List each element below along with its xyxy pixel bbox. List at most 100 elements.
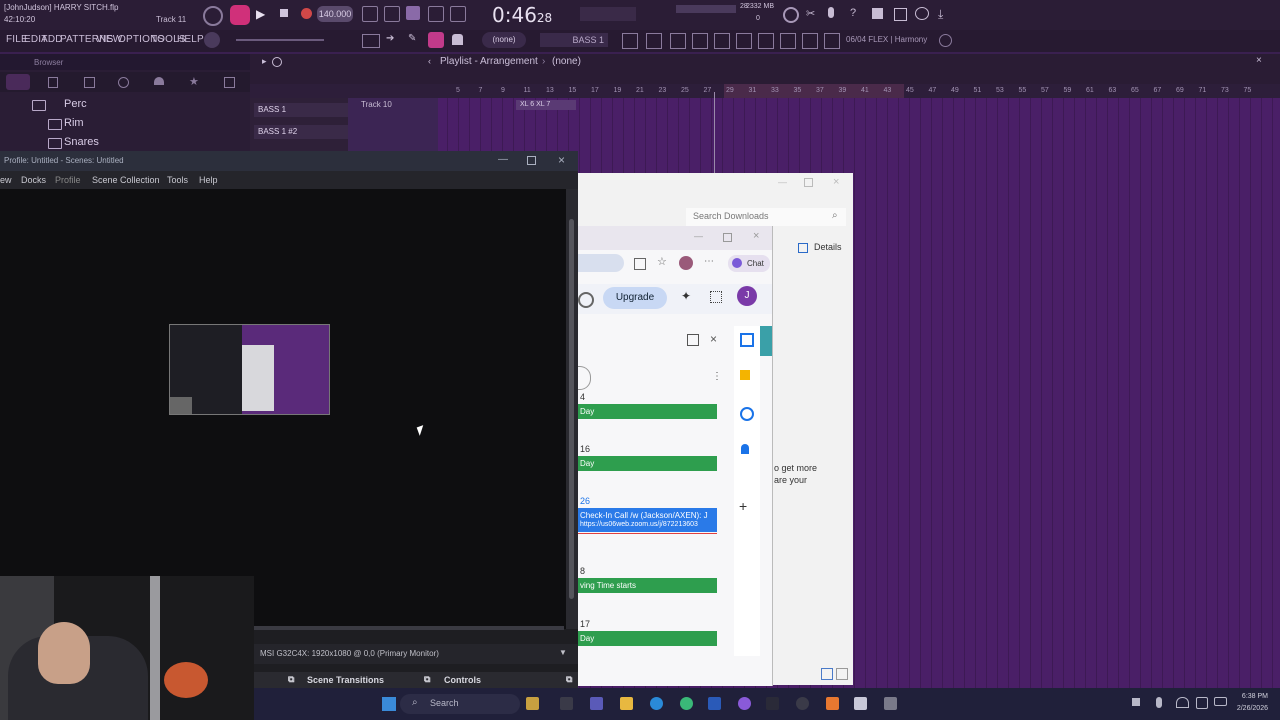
app-icon-2[interactable]: [854, 697, 867, 710]
volume-icon[interactable]: [1196, 697, 1208, 709]
apps-grid-icon[interactable]: [710, 291, 722, 303]
cart-icon[interactable]: [824, 33, 840, 49]
calendar-event[interactable]: ving Time starts: [578, 578, 717, 593]
bookmark-star-icon[interactable]: ☆: [657, 255, 667, 268]
task-view-icon[interactable]: [560, 697, 573, 710]
fl-studio-icon[interactable]: [826, 697, 839, 710]
teams-icon[interactable]: [590, 697, 603, 710]
search-input[interactable]: Search Downloads ⌕: [686, 208, 846, 226]
touch-keyboard-icon[interactable]: [758, 33, 774, 49]
mixer-icon[interactable]: [622, 33, 638, 49]
channel-rack-icon[interactable]: [646, 33, 662, 49]
browser-item-rim[interactable]: Rim: [64, 117, 84, 129]
contacts-icon[interactable]: [741, 444, 749, 454]
obs-minimize-icon[interactable]: —: [498, 154, 508, 165]
edge-icon[interactable]: [650, 697, 663, 710]
account-avatar[interactable]: J: [737, 286, 757, 306]
master-volume-knob[interactable]: [203, 6, 223, 26]
microphone-icon[interactable]: [828, 7, 834, 18]
magnet-icon[interactable]: [272, 57, 282, 67]
playlist-pattern[interactable]: (none): [552, 56, 581, 67]
profile-avatar[interactable]: [679, 256, 693, 270]
extension-icon[interactable]: [634, 258, 646, 270]
song-time-display[interactable]: 0:4628: [492, 3, 552, 27]
obs-menu-tools[interactable]: Tools: [167, 175, 188, 185]
wand-icon[interactable]: [780, 33, 796, 49]
channel-bass-1[interactable]: BASS 1: [254, 103, 348, 117]
clock-date[interactable]: 2/26/2026: [1226, 705, 1268, 712]
chrome-close-icon[interactable]: ×: [753, 230, 759, 242]
settings-icon[interactable]: [939, 34, 952, 47]
wait-input-icon[interactable]: [384, 6, 400, 22]
folder-open-icon[interactable]: [224, 77, 235, 88]
arrows-icon[interactable]: ‹: [428, 56, 431, 66]
obs-scroll-thumb[interactable]: [569, 219, 574, 599]
menu-help[interactable]: HELP: [177, 34, 204, 45]
loop-record-icon[interactable]: [450, 6, 466, 22]
add-icon[interactable]: +: [739, 498, 747, 514]
open-new-tab-icon[interactable]: [687, 334, 699, 346]
obs-hscroll[interactable]: [254, 626, 564, 630]
obs-close-icon[interactable]: ×: [558, 153, 565, 167]
calendar-event[interactable]: Day: [578, 456, 717, 471]
keep-icon[interactable]: [740, 370, 750, 380]
dock-undock-icon[interactable]: ⧉: [566, 674, 572, 685]
file-explorer-icon[interactable]: [620, 697, 633, 710]
calendar-event[interactable]: Check-In Call /w (Jackson/AXEN): Jhttps:…: [578, 508, 717, 532]
taskbar-search[interactable]: ⌕ Search: [400, 694, 520, 714]
star-icon[interactable]: ★: [189, 75, 199, 88]
countdown-icon[interactable]: [406, 6, 420, 20]
playlist-icon[interactable]: [670, 33, 686, 49]
chevron-up-icon[interactable]: [1132, 698, 1140, 706]
dock-undock-icon[interactable]: ⧉: [288, 674, 294, 685]
list-view-icon[interactable]: [821, 668, 833, 680]
link-icon[interactable]: [428, 32, 444, 48]
tasks-icon[interactable]: [740, 407, 754, 421]
pattern-selector[interactable]: (none): [482, 32, 526, 48]
plugin-icon[interactable]: [894, 8, 907, 21]
chat-icon[interactable]: [915, 7, 929, 20]
plugin-database-icon[interactable]: [736, 33, 752, 49]
calendar-event[interactable]: Day: [578, 404, 717, 419]
app-icon-3[interactable]: [884, 697, 897, 710]
pencil-icon[interactable]: ✎: [408, 33, 416, 44]
record-button[interactable]: [301, 8, 312, 19]
details-button[interactable]: Details: [814, 242, 842, 252]
obs-menu-docks[interactable]: Docks: [21, 175, 46, 185]
obs-menu-help[interactable]: Help: [199, 175, 218, 185]
panel-close-icon[interactable]: ×: [710, 332, 717, 346]
wifi-icon[interactable]: [1176, 697, 1189, 708]
address-bar[interactable]: [578, 254, 624, 272]
maximize-icon[interactable]: [804, 178, 813, 187]
pattern-name[interactable]: BASS 1: [540, 33, 608, 47]
obs-menu-view[interactable]: ew: [0, 175, 12, 185]
chat-button[interactable]: Chat: [728, 255, 770, 272]
settings-gear-icon[interactable]: [578, 292, 594, 308]
cut-icon[interactable]: ✂: [806, 7, 815, 20]
mic-tray-icon[interactable]: [1156, 697, 1162, 708]
help-icon[interactable]: ?: [850, 7, 856, 19]
source-selector[interactable]: MSI G32C4X: 1920x1080 @ 0,0 (Primary Mon…: [254, 644, 578, 664]
playlist-close-icon[interactable]: ×: [1256, 55, 1262, 66]
upgrade-button[interactable]: Upgrade: [603, 287, 667, 309]
start-button[interactable]: [382, 697, 396, 711]
ableton-icon[interactable]: [766, 697, 779, 710]
channel-bass-1-2[interactable]: BASS 1 #2: [254, 125, 348, 139]
obs-maximize-icon[interactable]: [527, 156, 536, 165]
stamp-icon[interactable]: [452, 34, 463, 45]
kebab-icon[interactable]: ⋮: [712, 371, 722, 382]
play-button[interactable]: ▶: [256, 7, 265, 21]
pitch-knob[interactable]: [204, 32, 220, 48]
calendar-side-icon[interactable]: [740, 333, 754, 347]
browser-tab-all[interactable]: [6, 74, 30, 90]
chrome-maximize-icon[interactable]: [723, 233, 732, 242]
calendar-event-link[interactable]: https://us06web.zoom.us/j/872213603: [580, 521, 698, 528]
master-pitch-slider[interactable]: [236, 39, 324, 41]
minimize-icon[interactable]: —: [778, 177, 787, 187]
pattern-clip[interactable]: XL 6 XL 7: [516, 100, 576, 110]
gemini-icon[interactable]: ✦: [681, 289, 691, 303]
file-icon[interactable]: [48, 77, 58, 88]
close-icon[interactable]: ×: [833, 176, 839, 188]
tools-icon[interactable]: [714, 33, 730, 49]
track-name[interactable]: Track 10: [361, 100, 392, 109]
